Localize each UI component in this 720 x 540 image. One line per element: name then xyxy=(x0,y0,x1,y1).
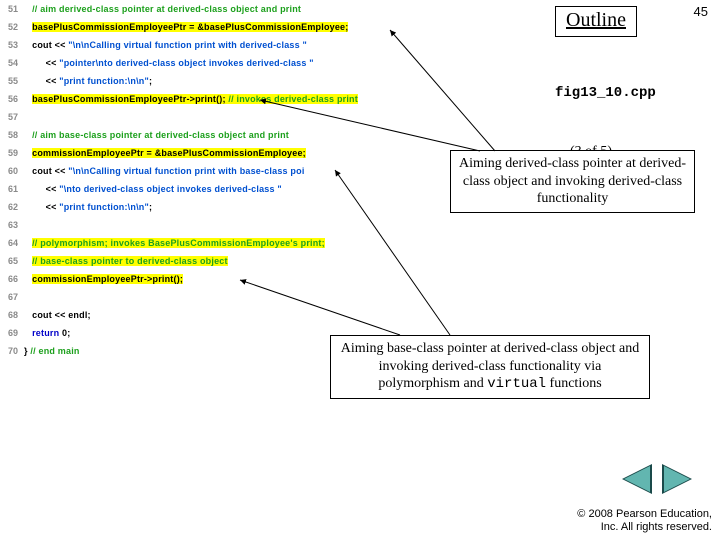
line-number: 66 xyxy=(0,270,24,288)
callout-base-pointer: Aiming base-class pointer at derived-cla… xyxy=(330,335,650,399)
code-text: // aim base-class pointer at derived-cla… xyxy=(24,126,289,144)
line-number: 54 xyxy=(0,54,24,72)
code-text: cout << endl; xyxy=(24,306,91,324)
code-text: << "pointer\nto derived-class object inv… xyxy=(24,54,314,72)
code-text: << "print function:\n\n"; xyxy=(24,198,152,216)
line-number: 62 xyxy=(0,198,24,216)
outline-title: Outline xyxy=(566,9,626,31)
code-text: basePlusCommissionEmployeePtr->print(); … xyxy=(24,90,358,108)
triangle-left-icon xyxy=(624,466,650,492)
line-number: 68 xyxy=(0,306,24,324)
line-number: 59 xyxy=(0,144,24,162)
line-number: 56 xyxy=(0,90,24,108)
code-text: return 0; xyxy=(24,324,70,342)
line-number: 53 xyxy=(0,36,24,54)
line-number: 55 xyxy=(0,72,24,90)
code-text: cout << "\n\nCalling virtual function pr… xyxy=(24,36,307,54)
line-number: 61 xyxy=(0,180,24,198)
copyright: © 2008 Pearson Education, Inc. All right… xyxy=(577,508,712,534)
nav-prev-button[interactable] xyxy=(624,466,650,492)
line-number: 63 xyxy=(0,216,24,234)
code-text: cout << "\n\nCalling virtual function pr… xyxy=(24,162,305,180)
code-text: // polymorphism; invokes BasePlusCommiss… xyxy=(24,234,325,252)
line-number: 57 xyxy=(0,108,24,126)
nav-next-button[interactable] xyxy=(664,466,690,492)
callout-derived-pointer: Aiming derived-class pointer at derived-… xyxy=(450,150,695,213)
page-number: 45 xyxy=(694,4,708,19)
line-number: 58 xyxy=(0,126,24,144)
line-number: 52 xyxy=(0,18,24,36)
line-number: 51 xyxy=(0,0,24,18)
code-text: // base-class pointer to derived-class o… xyxy=(24,252,228,270)
outline-box: Outline xyxy=(555,6,637,37)
line-number: 65 xyxy=(0,252,24,270)
line-number: 67 xyxy=(0,288,24,306)
line-number: 69 xyxy=(0,324,24,342)
file-label: fig13_10.cpp xyxy=(555,85,656,101)
code-listing: 51 // aim derived-class pointer at deriv… xyxy=(0,0,470,360)
code-text: << "\nto derived-class object invokes de… xyxy=(24,180,282,198)
code-text: } // end main xyxy=(24,342,80,360)
line-number: 60 xyxy=(0,162,24,180)
code-text: basePlusCommissionEmployeePtr = &basePlu… xyxy=(24,18,348,36)
triangle-right-icon xyxy=(664,466,690,492)
line-number: 64 xyxy=(0,234,24,252)
line-number: 70 xyxy=(0,342,24,360)
code-text: // aim derived-class pointer at derived-… xyxy=(24,0,301,18)
code-text: commissionEmployeePtr = &basePlusCommiss… xyxy=(24,144,306,162)
code-text: << "print function:\n\n"; xyxy=(24,72,152,90)
code-text: commissionEmployeePtr->print(); xyxy=(24,270,183,288)
